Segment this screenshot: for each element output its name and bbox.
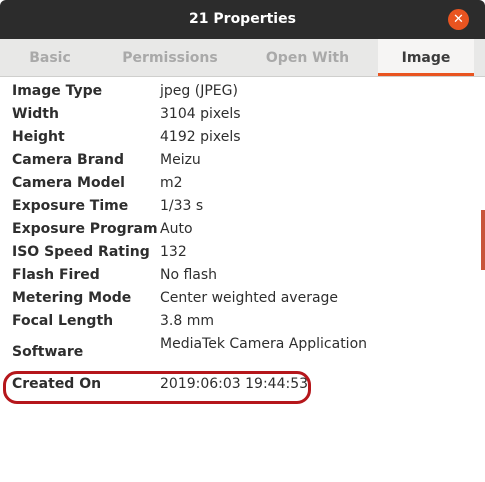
property-value: 4192 pixels	[160, 129, 241, 145]
property-row-exposure-time: Exposure Time 1/33 s	[0, 195, 485, 218]
property-value: MediaTek Camera Application	[160, 336, 368, 352]
property-label: Metering Mode	[12, 290, 132, 306]
property-row-iso-speed-rating: ISO Speed Rating 132	[0, 241, 485, 264]
title-bar[interactable]: 21 Properties ✕	[0, 0, 485, 39]
property-value: 1/33 s	[160, 198, 204, 214]
tab-image-label: Image	[401, 50, 451, 66]
property-label: Image Type	[12, 83, 103, 99]
property-label: Focal Length	[12, 313, 114, 329]
property-row-height: Height 4192 pixels	[0, 126, 485, 149]
property-label: Exposure Time	[12, 198, 129, 214]
property-value: Center weighted average	[160, 290, 339, 306]
tab-image[interactable]: Image	[378, 39, 474, 76]
image-properties-panel: Image Type jpeg (JPEG) Width 3104 pixels…	[0, 77, 485, 482]
property-label: Flash Fired	[12, 267, 100, 283]
property-label: Camera Model	[12, 175, 125, 191]
property-value: Meizu	[160, 152, 201, 168]
property-value: 3.8 mm	[160, 313, 214, 329]
property-value: jpeg (JPEG)	[160, 83, 238, 99]
property-label: Software	[12, 344, 84, 360]
tab-permissions[interactable]: Permissions	[105, 39, 235, 76]
property-row-metering-mode: Metering Mode Center weighted average	[0, 287, 485, 310]
property-value: 3104 pixels	[160, 106, 241, 122]
property-row-camera-model: Camera Model m2	[0, 172, 485, 195]
property-label: Width	[12, 106, 59, 122]
property-row-exposure-program: Exposure Program Auto	[0, 218, 485, 241]
property-value: m2	[160, 175, 183, 191]
tab-permissions-label: Permissions	[122, 50, 218, 66]
active-tab-indicator	[378, 73, 474, 76]
properties-window: 21 Properties ✕ Basic Permissions Open W…	[0, 0, 485, 482]
property-value: 132	[160, 244, 187, 260]
tab-bar: Basic Permissions Open With Image	[0, 39, 485, 77]
property-label: Camera Brand	[12, 152, 125, 168]
property-row-image-type: Image Type jpeg (JPEG)	[0, 80, 485, 103]
created-on-highlight-annotation	[3, 371, 311, 404]
background-window-edge	[481, 210, 485, 270]
tab-open-with[interactable]: Open With	[245, 39, 370, 76]
tab-basic-label: Basic	[29, 50, 71, 66]
property-row-flash-fired: Flash Fired No flash	[0, 264, 485, 287]
window-title: 21 Properties	[189, 11, 296, 27]
property-row-camera-brand: Camera Brand Meizu	[0, 149, 485, 172]
property-label: ISO Speed Rating	[12, 244, 150, 260]
property-row-software: Software MediaTek Camera Application	[0, 333, 485, 367]
close-button[interactable]: ✕	[448, 9, 469, 30]
tab-basic[interactable]: Basic	[0, 39, 100, 76]
property-row-focal-length: Focal Length 3.8 mm	[0, 310, 485, 333]
property-label: Exposure Program	[12, 221, 158, 237]
property-value: Auto	[160, 221, 193, 237]
property-label: Height	[12, 129, 65, 145]
close-icon: ✕	[453, 12, 464, 27]
property-value: No flash	[160, 267, 218, 283]
tab-open-with-label: Open With	[265, 50, 350, 66]
property-row-width: Width 3104 pixels	[0, 103, 485, 126]
